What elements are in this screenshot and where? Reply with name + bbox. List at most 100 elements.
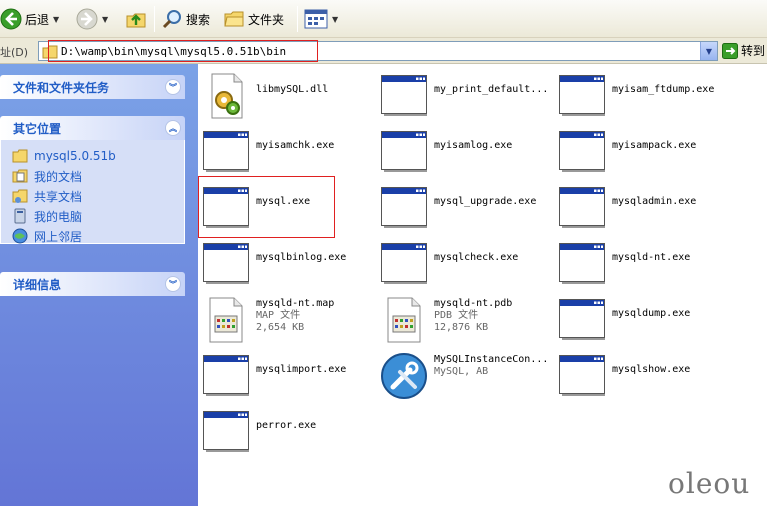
application-window-icon <box>559 355 605 396</box>
go-label: 转到 <box>741 44 766 58</box>
place-label: 网上邻居 <box>34 229 83 244</box>
application-window-icon <box>559 131 605 172</box>
file-name: myisampack.exe <box>612 140 697 151</box>
forward-button[interactable]: ▼ <box>76 6 108 32</box>
search-icon <box>162 10 181 29</box>
file-item[interactable]: myisamchk.exe <box>202 124 334 180</box>
file-name: mysqld-nt.exe <box>612 252 691 263</box>
file-item[interactable]: mysqlcheck.exe <box>380 236 518 292</box>
tasks-panel-header[interactable]: 文件和文件夹任务 ︾ <box>0 75 185 99</box>
file-item[interactable]: mysqld-nt.pdb PDB 文件 12,876 KB <box>380 292 512 348</box>
folder-icon <box>12 149 28 163</box>
file-item[interactable]: mysqlimport.exe <box>202 348 346 404</box>
place-item-my-documents[interactable]: 我的文档 <box>1 166 184 186</box>
back-arrow-icon <box>0 8 22 30</box>
application-window-icon <box>381 243 427 284</box>
file-item[interactable]: MySQLInstanceCon... MySQL, AB <box>380 348 548 404</box>
folder-icon <box>42 45 58 59</box>
address-label: 址(D) <box>0 46 29 59</box>
file-name: perror.exe <box>256 420 317 431</box>
up-folder-button[interactable] <box>125 6 147 32</box>
up-folder-icon <box>126 13 146 28</box>
file-item[interactable]: mysqladmin.exe <box>558 180 696 236</box>
file-item[interactable]: my_print_default... <box>380 68 548 124</box>
file-name: mysqldump.exe <box>612 308 691 319</box>
document-file-icon <box>387 297 421 343</box>
file-name: mysqlcheck.exe <box>434 252 519 263</box>
forward-dropdown-icon[interactable]: ▼ <box>102 15 108 24</box>
file-name: mysql.exe <box>256 196 311 207</box>
views-dropdown-icon[interactable]: ▼ <box>332 15 338 24</box>
file-size: 2,654 KB <box>256 322 305 333</box>
application-window-icon <box>203 355 249 396</box>
file-name: mysql_upgrade.exe <box>434 196 537 207</box>
file-type: PDB 文件 <box>434 310 479 321</box>
file-item[interactable]: myisam_ftdump.exe <box>558 68 714 124</box>
search-button[interactable]: 搜索 <box>161 6 210 32</box>
application-window-icon <box>559 243 605 284</box>
place-item-shared-documents[interactable]: 共享文档 <box>1 186 184 206</box>
file-item[interactable]: mysql.exe <box>202 180 310 236</box>
task-pane: 文件和文件夹任务 ︾ 其它位置 ︽ mysql5.0.51b 我的文档 共享文档… <box>0 64 198 506</box>
place-item-my-computer[interactable]: 我的电脑 <box>1 206 184 226</box>
file-name: mysqlshow.exe <box>612 364 691 375</box>
expand-chevron-icon[interactable]: ︾ <box>165 79 181 95</box>
application-window-icon <box>381 131 427 172</box>
document-file-icon <box>209 297 243 343</box>
application-window-icon <box>203 131 249 172</box>
file-type: MySQL, AB <box>434 366 489 377</box>
go-button[interactable]: 转到 <box>722 42 765 59</box>
instance-config-tools-icon <box>381 353 427 399</box>
file-item[interactable]: myisampack.exe <box>558 124 696 180</box>
file-name: libmySQL.dll <box>256 84 329 95</box>
folders-label: 文件夹 <box>248 12 285 27</box>
address-bar: 址(D) D:\wamp\bin\mysql\mysql5.0.51b\bin … <box>0 38 767 64</box>
back-label: 后退 <box>25 12 50 27</box>
file-item[interactable]: mysql_upgrade.exe <box>380 180 536 236</box>
file-item[interactable]: mysqld-nt.exe <box>558 236 690 292</box>
details-panel-header[interactable]: 详细信息 ︾ <box>0 272 185 296</box>
file-item[interactable]: myisamlog.exe <box>380 124 512 180</box>
back-button[interactable]: 后退 ▼ <box>0 6 59 32</box>
place-label: 我的文档 <box>34 169 83 184</box>
place-label: 共享文档 <box>34 189 83 204</box>
file-item[interactable]: mysqlshow.exe <box>558 348 690 404</box>
file-name: myisam_ftdump.exe <box>612 84 715 95</box>
expand-chevron-icon[interactable]: ︾ <box>165 276 181 292</box>
address-dropdown-icon[interactable]: ▼ <box>700 42 717 60</box>
folders-icon <box>224 11 244 27</box>
file-list: libmySQL.dll my_print_default... myisam_ft… <box>198 64 767 506</box>
collapse-chevron-icon[interactable]: ︽ <box>165 120 181 136</box>
file-item[interactable]: mysqldump.exe <box>558 292 690 348</box>
address-input[interactable]: D:\wamp\bin\mysql\mysql5.0.51b\bin ▼ <box>38 41 718 61</box>
application-window-icon <box>381 187 427 228</box>
folders-button[interactable]: 文件夹 <box>223 6 284 32</box>
file-name: mysqld-nt.pdb <box>434 298 513 309</box>
application-window-icon <box>381 75 427 116</box>
place-item-mysql-folder[interactable]: mysql5.0.51b <box>1 146 184 166</box>
back-dropdown-icon[interactable]: ▼ <box>53 15 59 24</box>
places-panel-header[interactable]: 其它位置 ︽ <box>0 116 185 140</box>
my-computer-icon <box>14 208 26 224</box>
search-label: 搜索 <box>186 12 211 27</box>
application-window-icon <box>203 243 249 284</box>
file-name: my_print_default... <box>434 84 549 95</box>
application-window-icon <box>559 187 605 228</box>
file-type: MAP 文件 <box>256 310 301 321</box>
dll-gear-icon <box>211 73 243 119</box>
file-name: mysqld-nt.map <box>256 298 335 309</box>
place-item-network-places[interactable]: 网上邻居 <box>1 226 184 246</box>
application-window-icon <box>203 411 249 452</box>
file-item[interactable]: mysqlbinlog.exe <box>202 236 346 292</box>
my-documents-icon <box>12 169 28 183</box>
toolbar: 后退 ▼ ▼ 搜索 文件夹 ▼ <box>0 0 767 38</box>
file-name: mysqlbinlog.exe <box>256 252 347 263</box>
views-button[interactable]: ▼ <box>304 6 338 32</box>
watermark: oleou <box>668 467 751 500</box>
places-panel-title: 其它位置 <box>13 121 62 136</box>
place-label: 我的电脑 <box>34 209 83 224</box>
file-item[interactable]: mysqld-nt.map MAP 文件 2,654 KB <box>202 292 334 348</box>
file-item[interactable]: perror.exe <box>202 404 316 460</box>
application-window-icon <box>203 187 249 228</box>
file-item[interactable]: libmySQL.dll <box>202 68 328 124</box>
